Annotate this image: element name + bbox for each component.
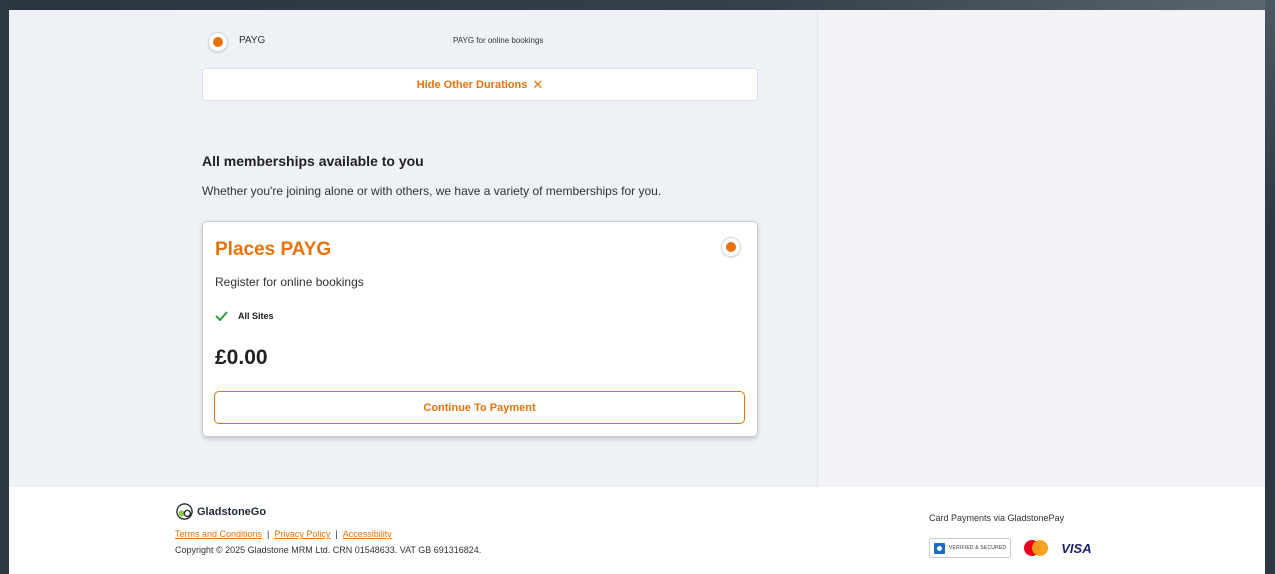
memberships-heading: All memberships available to you	[202, 153, 424, 169]
membership-price: £0.00	[215, 346, 268, 369]
brand: GladstoneGo	[175, 502, 266, 521]
memberships-subtitle: Whether you're joining alone or with oth…	[202, 184, 662, 198]
hide-other-durations-label: Hide Other Durations	[416, 78, 528, 91]
footer: GladstoneGo Terms and Conditions | Privacy…	[9, 487, 1265, 574]
duration-option-description: PAYG for online bookings	[453, 36, 544, 45]
membership-feature: All Sites	[215, 311, 274, 321]
payments-label: Card Payments via GladstonePay	[929, 513, 1065, 523]
duration-option-label: PAYG	[239, 35, 266, 46]
right-panel	[817, 10, 1265, 487]
membership-title: Places PAYG	[215, 239, 332, 260]
visa-icon: VISA	[1061, 540, 1092, 556]
copyright-text: Copyright © 2025 Gladstone MRM Ltd. CRN …	[175, 545, 482, 555]
close-icon: ✕	[532, 76, 544, 92]
check-icon	[215, 311, 228, 321]
membership-description: Register for online bookings	[215, 275, 364, 289]
accessibility-link[interactable]: Accessibility	[343, 529, 392, 539]
membership-card[interactable]: Places PAYG Register for online bookings…	[202, 221, 758, 437]
feature-label: All Sites	[238, 311, 274, 321]
link-separator: |	[267, 529, 270, 539]
terms-link[interactable]: Terms and Conditions	[175, 529, 262, 539]
window-top-edge	[0, 0, 1275, 10]
window-right-edge	[1265, 0, 1275, 574]
privacy-policy-link[interactable]: Privacy Policy	[274, 529, 330, 539]
hide-other-durations-button[interactable]: Hide Other Durations ✕	[202, 68, 758, 101]
duration-option-payg[interactable]: PAYG PAYG for online bookings	[208, 31, 758, 53]
payment-badges: VERIFIED & SECURED VISA	[929, 538, 1092, 558]
verified-badge-text: VERIFIED & SECURED	[949, 545, 1007, 551]
verified-secured-badge: VERIFIED & SECURED	[929, 538, 1012, 558]
radio-selected-icon[interactable]	[721, 237, 741, 257]
mastercard-icon	[1024, 540, 1049, 556]
radio-selected-icon[interactable]	[208, 32, 228, 52]
window-left-edge	[0, 0, 9, 574]
link-separator: |	[335, 529, 338, 539]
continue-to-payment-button[interactable]: Continue To Payment	[214, 391, 745, 424]
shield-icon	[934, 542, 945, 554]
brand-name: GladstoneGo	[197, 505, 267, 518]
gladstonego-logo-icon	[176, 503, 193, 520]
footer-links: Terms and Conditions | Privacy Policy | Acce…	[175, 529, 392, 539]
